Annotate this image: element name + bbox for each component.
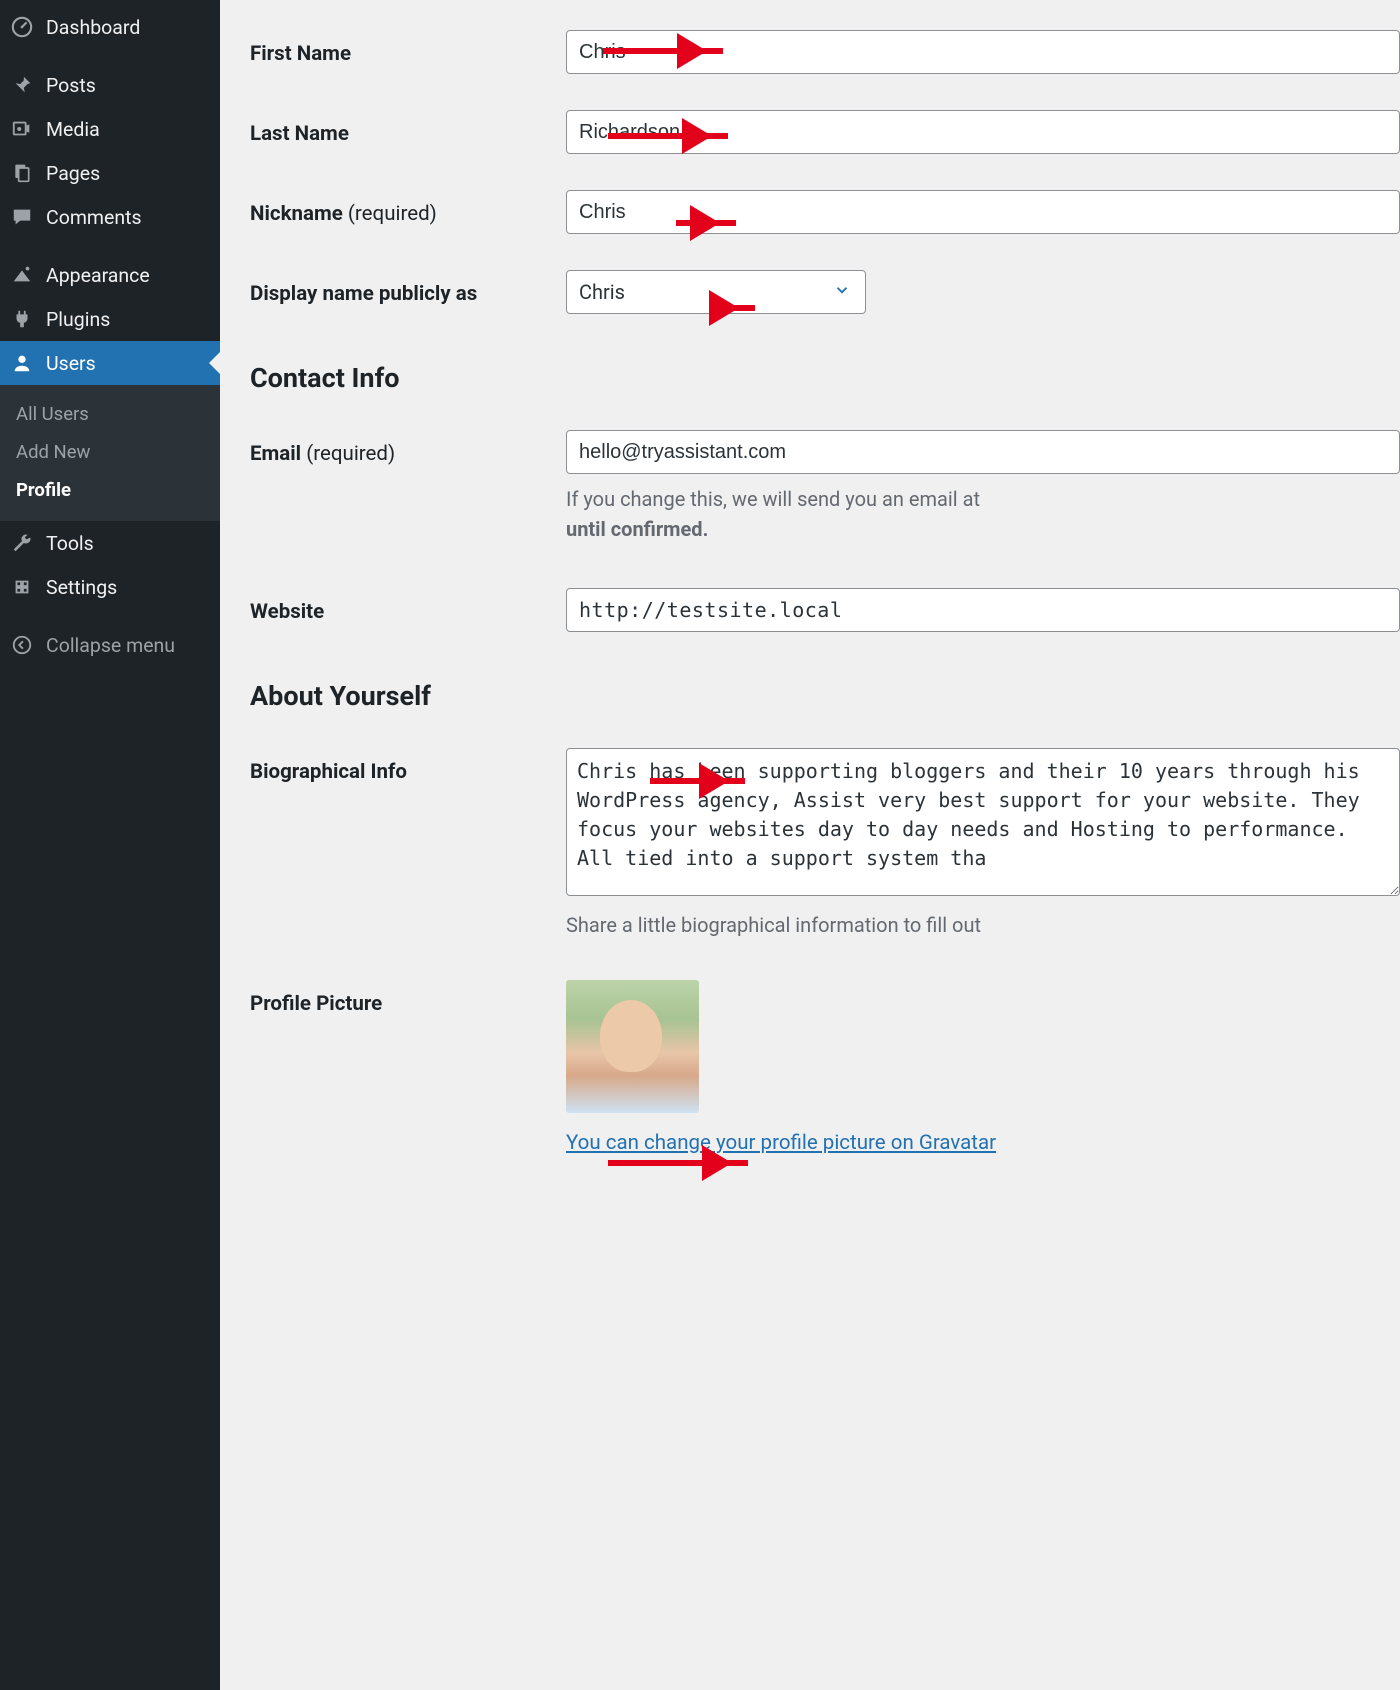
- profile-form: First Name Last Name Nickname (required)…: [220, 0, 1400, 1690]
- sidebar-item-media[interactable]: Media: [0, 107, 220, 151]
- appearance-icon: [10, 263, 34, 287]
- bio-textarea[interactable]: [566, 748, 1400, 896]
- heading-about-yourself: About Yourself: [250, 680, 1400, 712]
- sidebar-item-users[interactable]: Users: [0, 341, 220, 385]
- plugins-icon: [10, 307, 34, 331]
- sidebar-label: Tools: [46, 532, 94, 555]
- sidebar-item-dashboard[interactable]: Dashboard: [0, 5, 220, 49]
- users-icon: [10, 351, 34, 375]
- sidebar-item-plugins[interactable]: Plugins: [0, 297, 220, 341]
- pages-icon: [10, 161, 34, 185]
- sidebar-item-tools[interactable]: Tools: [0, 521, 220, 565]
- sidebar-label: Settings: [46, 576, 117, 599]
- email-helper: If you change this, we will send you an …: [566, 484, 1400, 544]
- label-first-name: First Name: [250, 30, 566, 66]
- heading-contact-info: Contact Info: [250, 362, 1400, 394]
- label-profile-picture: Profile Picture: [250, 980, 566, 1016]
- email-input[interactable]: [566, 430, 1400, 474]
- label-bio: Biographical Info: [250, 748, 566, 784]
- sidebar-collapse[interactable]: Collapse menu: [0, 623, 220, 667]
- sidebar-item-comments[interactable]: Comments: [0, 195, 220, 239]
- row-email: Email (required) If you change this, we …: [250, 430, 1400, 544]
- sidebar-item-settings[interactable]: Settings: [0, 565, 220, 609]
- sidebar-label: Collapse menu: [46, 634, 175, 657]
- chevron-down-icon: [833, 280, 851, 304]
- dashboard-icon: [10, 15, 34, 39]
- sidebar-label: Plugins: [46, 308, 110, 331]
- profile-avatar: [566, 980, 699, 1113]
- label-last-name: Last Name: [250, 110, 566, 146]
- tools-icon: [10, 531, 34, 555]
- media-icon: [10, 117, 34, 141]
- annotation-arrow: [608, 133, 728, 139]
- sidebar-item-appearance[interactable]: Appearance: [0, 253, 220, 297]
- sidebar-label: Posts: [46, 74, 96, 97]
- settings-icon: [10, 575, 34, 599]
- row-last-name: Last Name: [250, 110, 1400, 154]
- bio-helper: Share a little biographical information …: [566, 910, 1400, 940]
- label-display-name: Display name publicly as: [250, 270, 566, 306]
- submenu-all-users[interactable]: All Users: [0, 395, 220, 433]
- row-display-name: Display name publicly as Chris: [250, 270, 1400, 314]
- row-website: Website: [250, 588, 1400, 632]
- submenu-add-new[interactable]: Add New: [0, 433, 220, 471]
- sidebar-label: Pages: [46, 162, 100, 185]
- sidebar-item-pages[interactable]: Pages: [0, 151, 220, 195]
- label-website: Website: [250, 588, 566, 624]
- display-name-value: Chris: [579, 280, 625, 304]
- label-nickname: Nickname (required): [250, 190, 566, 226]
- sidebar-label: Appearance: [46, 264, 150, 287]
- website-input[interactable]: [566, 588, 1400, 632]
- collapse-icon: [10, 633, 34, 657]
- row-profile-picture: Profile Picture You can change your prof…: [250, 980, 1400, 1155]
- submenu-profile[interactable]: Profile: [0, 471, 220, 509]
- annotation-arrow: [650, 778, 745, 784]
- annotation-arrow: [676, 220, 736, 226]
- row-nickname: Nickname (required): [250, 190, 1400, 234]
- comments-icon: [10, 205, 34, 229]
- row-first-name: First Name: [250, 30, 1400, 74]
- sidebar-label: Dashboard: [46, 16, 140, 39]
- admin-sidebar: Dashboard Posts Media Pages Comments App…: [0, 0, 220, 1690]
- sidebar-label: Media: [46, 118, 100, 141]
- sidebar-label: Users: [46, 352, 96, 375]
- sidebar-item-posts[interactable]: Posts: [0, 63, 220, 107]
- annotation-arrow: [603, 48, 723, 54]
- annotation-arrow: [608, 1160, 748, 1166]
- annotation-arrow: [725, 305, 755, 311]
- row-bio: Biographical Info Share a little biograp…: [250, 748, 1400, 940]
- label-email: Email (required): [250, 430, 566, 466]
- users-submenu: All Users Add New Profile: [0, 385, 220, 521]
- gravatar-link[interactable]: You can change your profile picture on G…: [566, 1131, 996, 1155]
- sidebar-label: Comments: [46, 206, 142, 229]
- pin-icon: [10, 73, 34, 97]
